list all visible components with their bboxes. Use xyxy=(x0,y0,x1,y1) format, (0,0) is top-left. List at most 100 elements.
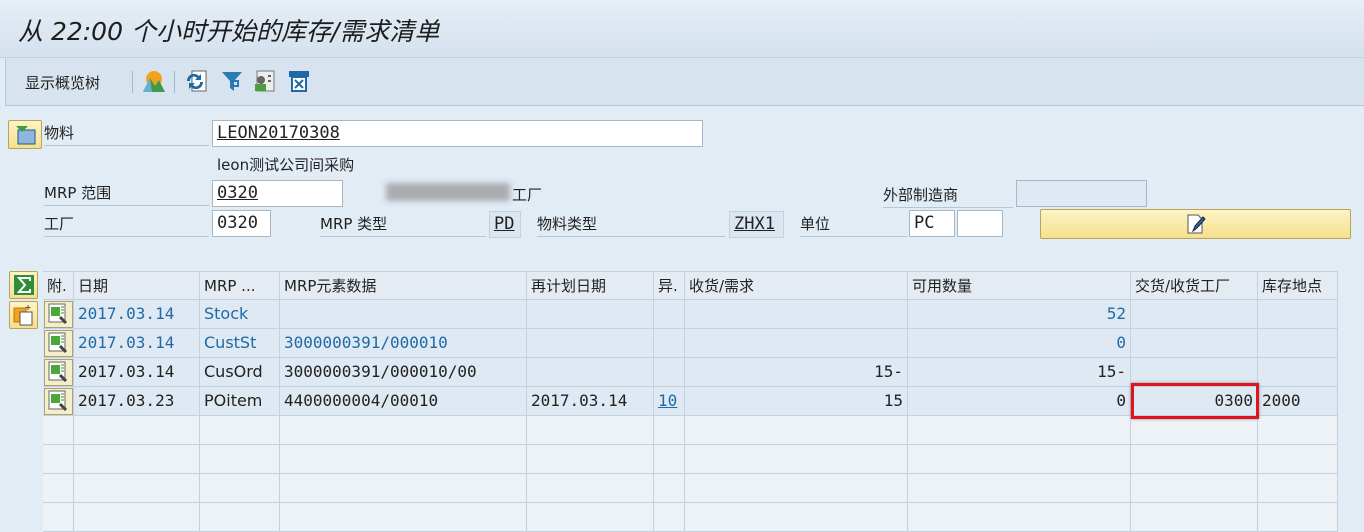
row-detail-button[interactable] xyxy=(44,388,73,415)
available-qty-cell xyxy=(908,416,1131,445)
mrp-element-cell: CustSt xyxy=(200,329,280,358)
external-manufacturer-field xyxy=(1016,180,1147,207)
table-header: 附. 日期 MRP ... MRP元素数据 再计划日期 异. 收货/需求 可用数量 交货/收货工… xyxy=(43,271,1338,301)
plant-field: 0320 xyxy=(212,210,271,237)
overview-tree-button[interactable]: 显示概览树 xyxy=(25,72,100,93)
row-select-cell xyxy=(43,329,74,358)
magnifier-list-icon xyxy=(48,390,68,412)
row-select-cell xyxy=(43,474,74,503)
available-qty-cell: 52 xyxy=(908,300,1131,329)
row-select-cell xyxy=(43,387,74,416)
mrp-area-value: 0320 xyxy=(217,183,258,203)
refresh-icon[interactable] xyxy=(184,69,208,93)
mrp-element-cell: POitem xyxy=(200,387,280,416)
date-cell xyxy=(74,445,200,474)
date-cell: 2017.03.14 xyxy=(74,358,200,387)
mrp-area-field[interactable]: 0320 xyxy=(212,180,343,207)
separator xyxy=(174,71,175,93)
column-header[interactable]: 可用数量 xyxy=(908,272,1131,301)
receipt-requirement-cell xyxy=(685,329,908,358)
storage-location-cell xyxy=(1258,329,1338,358)
mrp-element-cell xyxy=(200,503,280,532)
available-qty-value: 0 xyxy=(1116,333,1126,352)
title-bar: 从 22:00 个小时开始的库存/需求清单 xyxy=(0,0,1364,58)
mrp-element-cell xyxy=(200,474,280,503)
exception-cell xyxy=(654,503,685,532)
mrp-type-label: MRP 类型 xyxy=(320,212,486,237)
storage-location-cell xyxy=(1258,358,1338,387)
column-header[interactable]: MRP元素数据 xyxy=(280,272,527,301)
mrp-element-cell: Stock xyxy=(200,300,280,329)
mrp-element-value: Stock xyxy=(204,304,249,323)
date-cell: 2017.03.14 xyxy=(74,300,200,329)
date-cell xyxy=(74,474,200,503)
mrp-element-value: CustSt xyxy=(204,333,257,352)
blurred-plant-name xyxy=(386,183,510,201)
available-qty-value: 52 xyxy=(1106,304,1126,323)
row-detail-button[interactable] xyxy=(44,301,73,328)
exception-cell: 10 xyxy=(654,387,685,416)
row-detail-button[interactable] xyxy=(44,330,73,357)
toolbar: 显示概览树 xyxy=(5,58,1364,106)
table-row xyxy=(43,445,1338,474)
reschedule-date-cell xyxy=(527,329,654,358)
material-type-value[interactable]: ZHX1 xyxy=(729,211,784,238)
storage-location-cell: 2000 xyxy=(1258,387,1338,416)
exception-value[interactable]: 10 xyxy=(658,391,677,410)
receipt-requirement-cell xyxy=(685,474,908,503)
receipt-requirement-value: 15- xyxy=(874,362,903,381)
column-header[interactable]: MRP ... xyxy=(200,272,280,301)
column-header[interactable]: 附. xyxy=(43,272,74,301)
details-button[interactable] xyxy=(9,301,38,329)
material-description: leon测试公司间采购 xyxy=(217,156,355,174)
column-header[interactable]: 再计划日期 xyxy=(527,272,654,301)
sigma-icon xyxy=(14,275,34,295)
table-row xyxy=(43,416,1338,445)
reschedule-date-value: 2017.03.14 xyxy=(531,391,628,410)
unit-extra-field xyxy=(957,210,1003,237)
storage-location-cell xyxy=(1258,474,1338,503)
reschedule-date-cell xyxy=(527,445,654,474)
highlight-box xyxy=(1131,383,1259,419)
mrp-element-cell: CusOrd xyxy=(200,358,280,387)
mrp-element-data-cell xyxy=(280,300,527,329)
receipt-requirement-cell xyxy=(685,445,908,474)
column-header[interactable]: 异. xyxy=(654,272,685,301)
table-row[interactable]: 2017.03.14 Stock 52 xyxy=(43,300,1338,329)
delete-icon[interactable] xyxy=(287,69,311,93)
column-header[interactable]: 日期 xyxy=(74,272,200,301)
row-select-cell xyxy=(43,300,74,329)
mrp-type-value[interactable]: PD xyxy=(489,211,521,238)
storage-location-cell xyxy=(1258,445,1338,474)
material-field[interactable]: LEON20170308 xyxy=(212,120,703,147)
edit-button[interactable] xyxy=(1040,209,1351,239)
magnifier-list-icon xyxy=(48,332,68,354)
column-header[interactable]: 库存地点 xyxy=(1258,272,1338,301)
column-header[interactable]: 收货/需求 xyxy=(685,272,908,301)
row-detail-button[interactable] xyxy=(44,359,73,386)
filter-icon[interactable] xyxy=(220,69,244,93)
row-select-cell xyxy=(43,358,74,387)
mrp-element-cell xyxy=(200,445,280,474)
column-header[interactable]: 交货/收货工厂 xyxy=(1131,272,1258,301)
table-row[interactable]: 2017.03.14 CustSt 3000000391/000010 0 xyxy=(43,329,1338,358)
page-title: 从 22:00 个小时开始的库存/需求清单 xyxy=(18,17,440,46)
reschedule-date-cell xyxy=(527,503,654,532)
material-value: LEON20170308 xyxy=(217,123,340,143)
mrp-element-data-cell: 3000000391/000010/00 xyxy=(280,358,527,387)
delivering-plant-cell xyxy=(1131,416,1258,445)
user-details-icon[interactable] xyxy=(252,69,276,93)
delivering-plant-cell xyxy=(1131,503,1258,532)
material-toggle-button[interactable] xyxy=(8,120,42,149)
mrp-element-data-cell xyxy=(280,416,527,445)
sum-button[interactable] xyxy=(9,271,38,299)
reschedule-date-cell xyxy=(527,358,654,387)
mrp-element-data-cell xyxy=(280,503,527,532)
exception-cell xyxy=(654,445,685,474)
row-select-cell xyxy=(43,416,74,445)
material-label: 物料 xyxy=(44,121,209,146)
delivering-plant-cell xyxy=(1131,329,1258,358)
unit-field: PC xyxy=(909,210,955,237)
date-cell: 2017.03.14 xyxy=(74,329,200,358)
picture-icon[interactable] xyxy=(142,69,166,93)
